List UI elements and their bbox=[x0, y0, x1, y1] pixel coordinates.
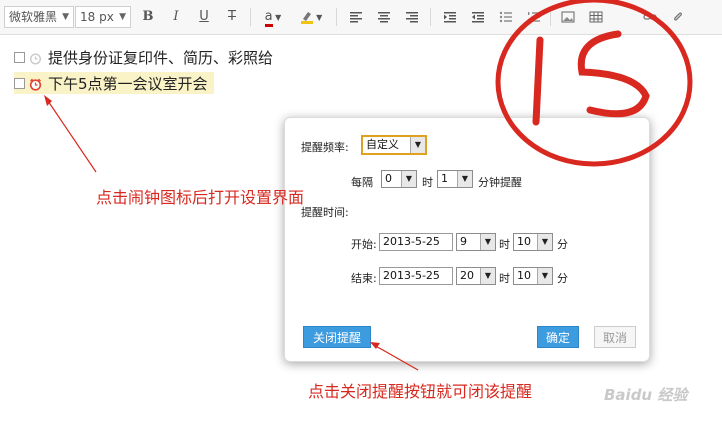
clock-hint-annotation: 点击闹钟图标后打开设置界面 bbox=[96, 188, 305, 207]
handwritten-digit-5 bbox=[577, 30, 650, 118]
close-hint-annotation: 点击关闭提醒按钮就可闭该提醒 bbox=[308, 382, 533, 401]
handwritten-circle bbox=[495, 0, 693, 167]
annotation-overlay bbox=[44, 0, 693, 371]
arrow-to-close-button bbox=[373, 344, 419, 371]
baidu-watermark: Baidu 经验 bbox=[604, 386, 688, 404]
arrow-to-clock bbox=[45, 97, 97, 173]
handwritten-digit-1 bbox=[532, 36, 544, 126]
